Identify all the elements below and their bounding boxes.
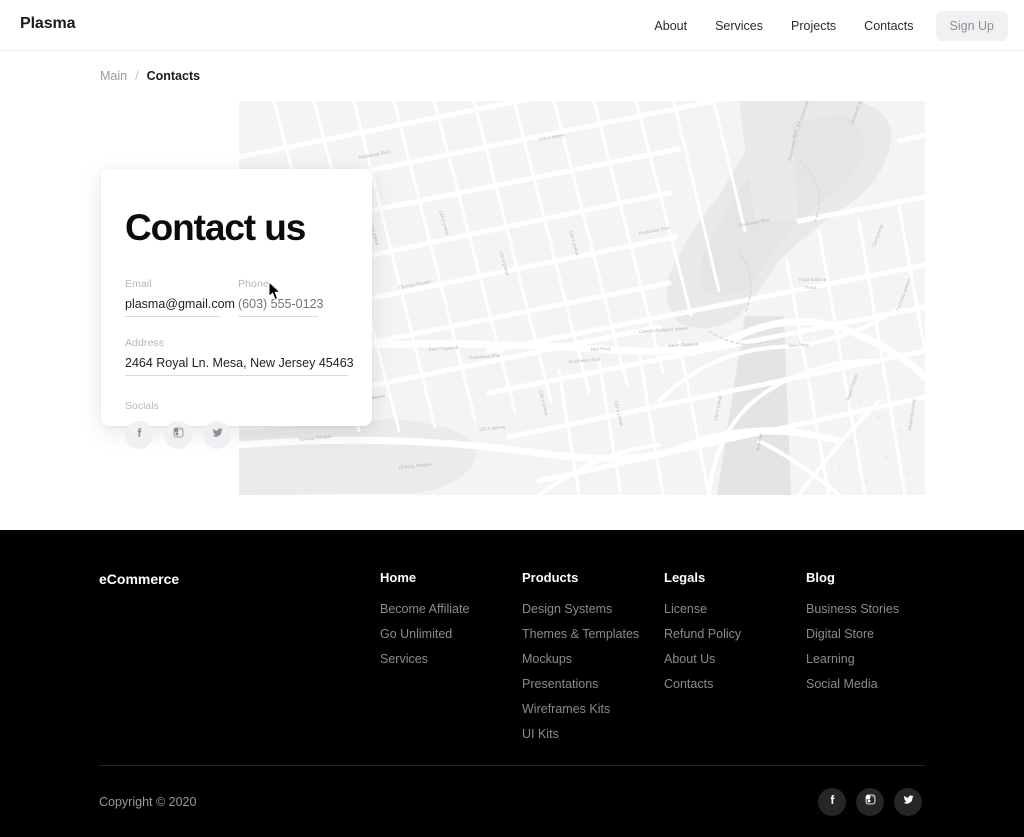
footer-column-home: Home Become Affiliate Go Unlimited Servi…: [380, 570, 522, 752]
address-label: Address: [125, 336, 165, 349]
footer-link[interactable]: Social Media: [806, 677, 948, 691]
footer-link[interactable]: Design Systems: [522, 602, 664, 616]
footer-instagram-button[interactable]: [856, 788, 884, 816]
footer-column-title: Products: [522, 570, 579, 585]
footer-divider: [99, 765, 925, 766]
email-label: Email: [125, 277, 152, 290]
twitter-button[interactable]: [203, 420, 231, 449]
facebook-button[interactable]: [125, 420, 153, 449]
main-nav: About Services Projects Contacts Sign Up: [640, 0, 1008, 51]
twitter-icon: [211, 426, 224, 444]
footer-column-products: Products Design Systems Themes & Templat…: [522, 570, 664, 752]
nav-item-projects[interactable]: Projects: [777, 19, 850, 33]
footer-column-title: Blog: [806, 570, 835, 585]
footer-facebook-button[interactable]: [818, 788, 846, 816]
footer-column-title: Legals: [664, 570, 706, 585]
nav-item-services[interactable]: Services: [701, 19, 777, 33]
footer-link[interactable]: Mockups: [522, 652, 664, 666]
sign-up-button[interactable]: Sign Up: [935, 10, 1008, 41]
footer-link[interactable]: Wireframes Kits: [522, 702, 664, 716]
footer-link[interactable]: UI Kits: [522, 727, 664, 741]
footer-link-columns: Home Become Affiliate Go Unlimited Servi…: [380, 570, 948, 752]
footer-socials-row: [818, 788, 922, 816]
contact-card: Contact us Email plasma@gmail.com Phone …: [101, 169, 372, 449]
footer-link[interactable]: Become Affiliate: [380, 602, 522, 616]
phone-field-group: Phone (603) 555-0123: [238, 277, 323, 317]
phone-value[interactable]: (603) 555-0123: [238, 297, 323, 317]
address-field-group: Address 2464 Royal Ln. Mesa, New Jersey …: [125, 336, 354, 376]
twitter-icon: [902, 793, 915, 811]
contact-fields-row: Email plasma@gmail.com Phone (603) 555-0…: [125, 278, 348, 317]
facebook-icon: [826, 793, 839, 811]
breadcrumb-separator: /: [135, 69, 139, 83]
footer-link[interactable]: Business Stories: [806, 602, 948, 616]
footer-link[interactable]: Go Unlimited: [380, 627, 522, 641]
footer-twitter-button[interactable]: [894, 788, 922, 816]
footer-link[interactable]: About Us: [664, 652, 806, 666]
footer-link[interactable]: Learning: [806, 652, 948, 666]
breadcrumb-main[interactable]: Main: [100, 69, 127, 83]
site-header: Plasma About Services Projects Contacts …: [0, 0, 1024, 51]
breadcrumb-current: Contacts: [146, 69, 201, 83]
footer-link[interactable]: Contacts: [664, 677, 806, 691]
breadcrumb: Main / Contacts: [100, 69, 200, 83]
instagram-button[interactable]: [164, 420, 192, 449]
instagram-icon: [172, 426, 185, 444]
footer-link[interactable]: Refund Policy: [664, 627, 806, 641]
email-value[interactable]: plasma@gmail.com: [125, 297, 235, 317]
svg-text:Понд: Понд: [805, 285, 816, 290]
footer-column-title: Home: [380, 570, 417, 585]
nav-item-about[interactable]: About: [640, 19, 701, 33]
footer-link[interactable]: Services: [380, 652, 522, 666]
footer-brand[interactable]: eCommerce: [99, 571, 179, 587]
svg-text:Парк Бэйсли: Парк Бэйсли: [799, 276, 827, 282]
footer-link[interactable]: Presentations: [522, 677, 664, 691]
email-field-group: Email plasma@gmail.com: [125, 277, 235, 317]
footer-link[interactable]: Digital Store: [806, 627, 948, 641]
footer-column-blog: Blog Business Stories Digital Store Lear…: [806, 570, 948, 752]
instagram-icon: [864, 793, 877, 811]
footer-column-legals: Legals License Refund Policy About Us Co…: [664, 570, 806, 752]
brand-logo[interactable]: Plasma: [20, 15, 76, 33]
address-value[interactable]: 2464 Royal Ln. Mesa, New Jersey 45463: [125, 356, 354, 376]
copyright-text: Copyright © 2020: [99, 795, 197, 809]
phone-label: Phone: [238, 277, 269, 290]
socials-label: Socials: [125, 399, 159, 412]
nav-item-contacts[interactable]: Contacts: [850, 19, 927, 33]
card-socials-row: [125, 420, 348, 449]
footer-link[interactable]: Themes & Templates: [522, 627, 664, 641]
page-title: Contact us: [125, 207, 306, 248]
facebook-icon: [133, 426, 146, 444]
footer-link[interactable]: License: [664, 602, 806, 616]
